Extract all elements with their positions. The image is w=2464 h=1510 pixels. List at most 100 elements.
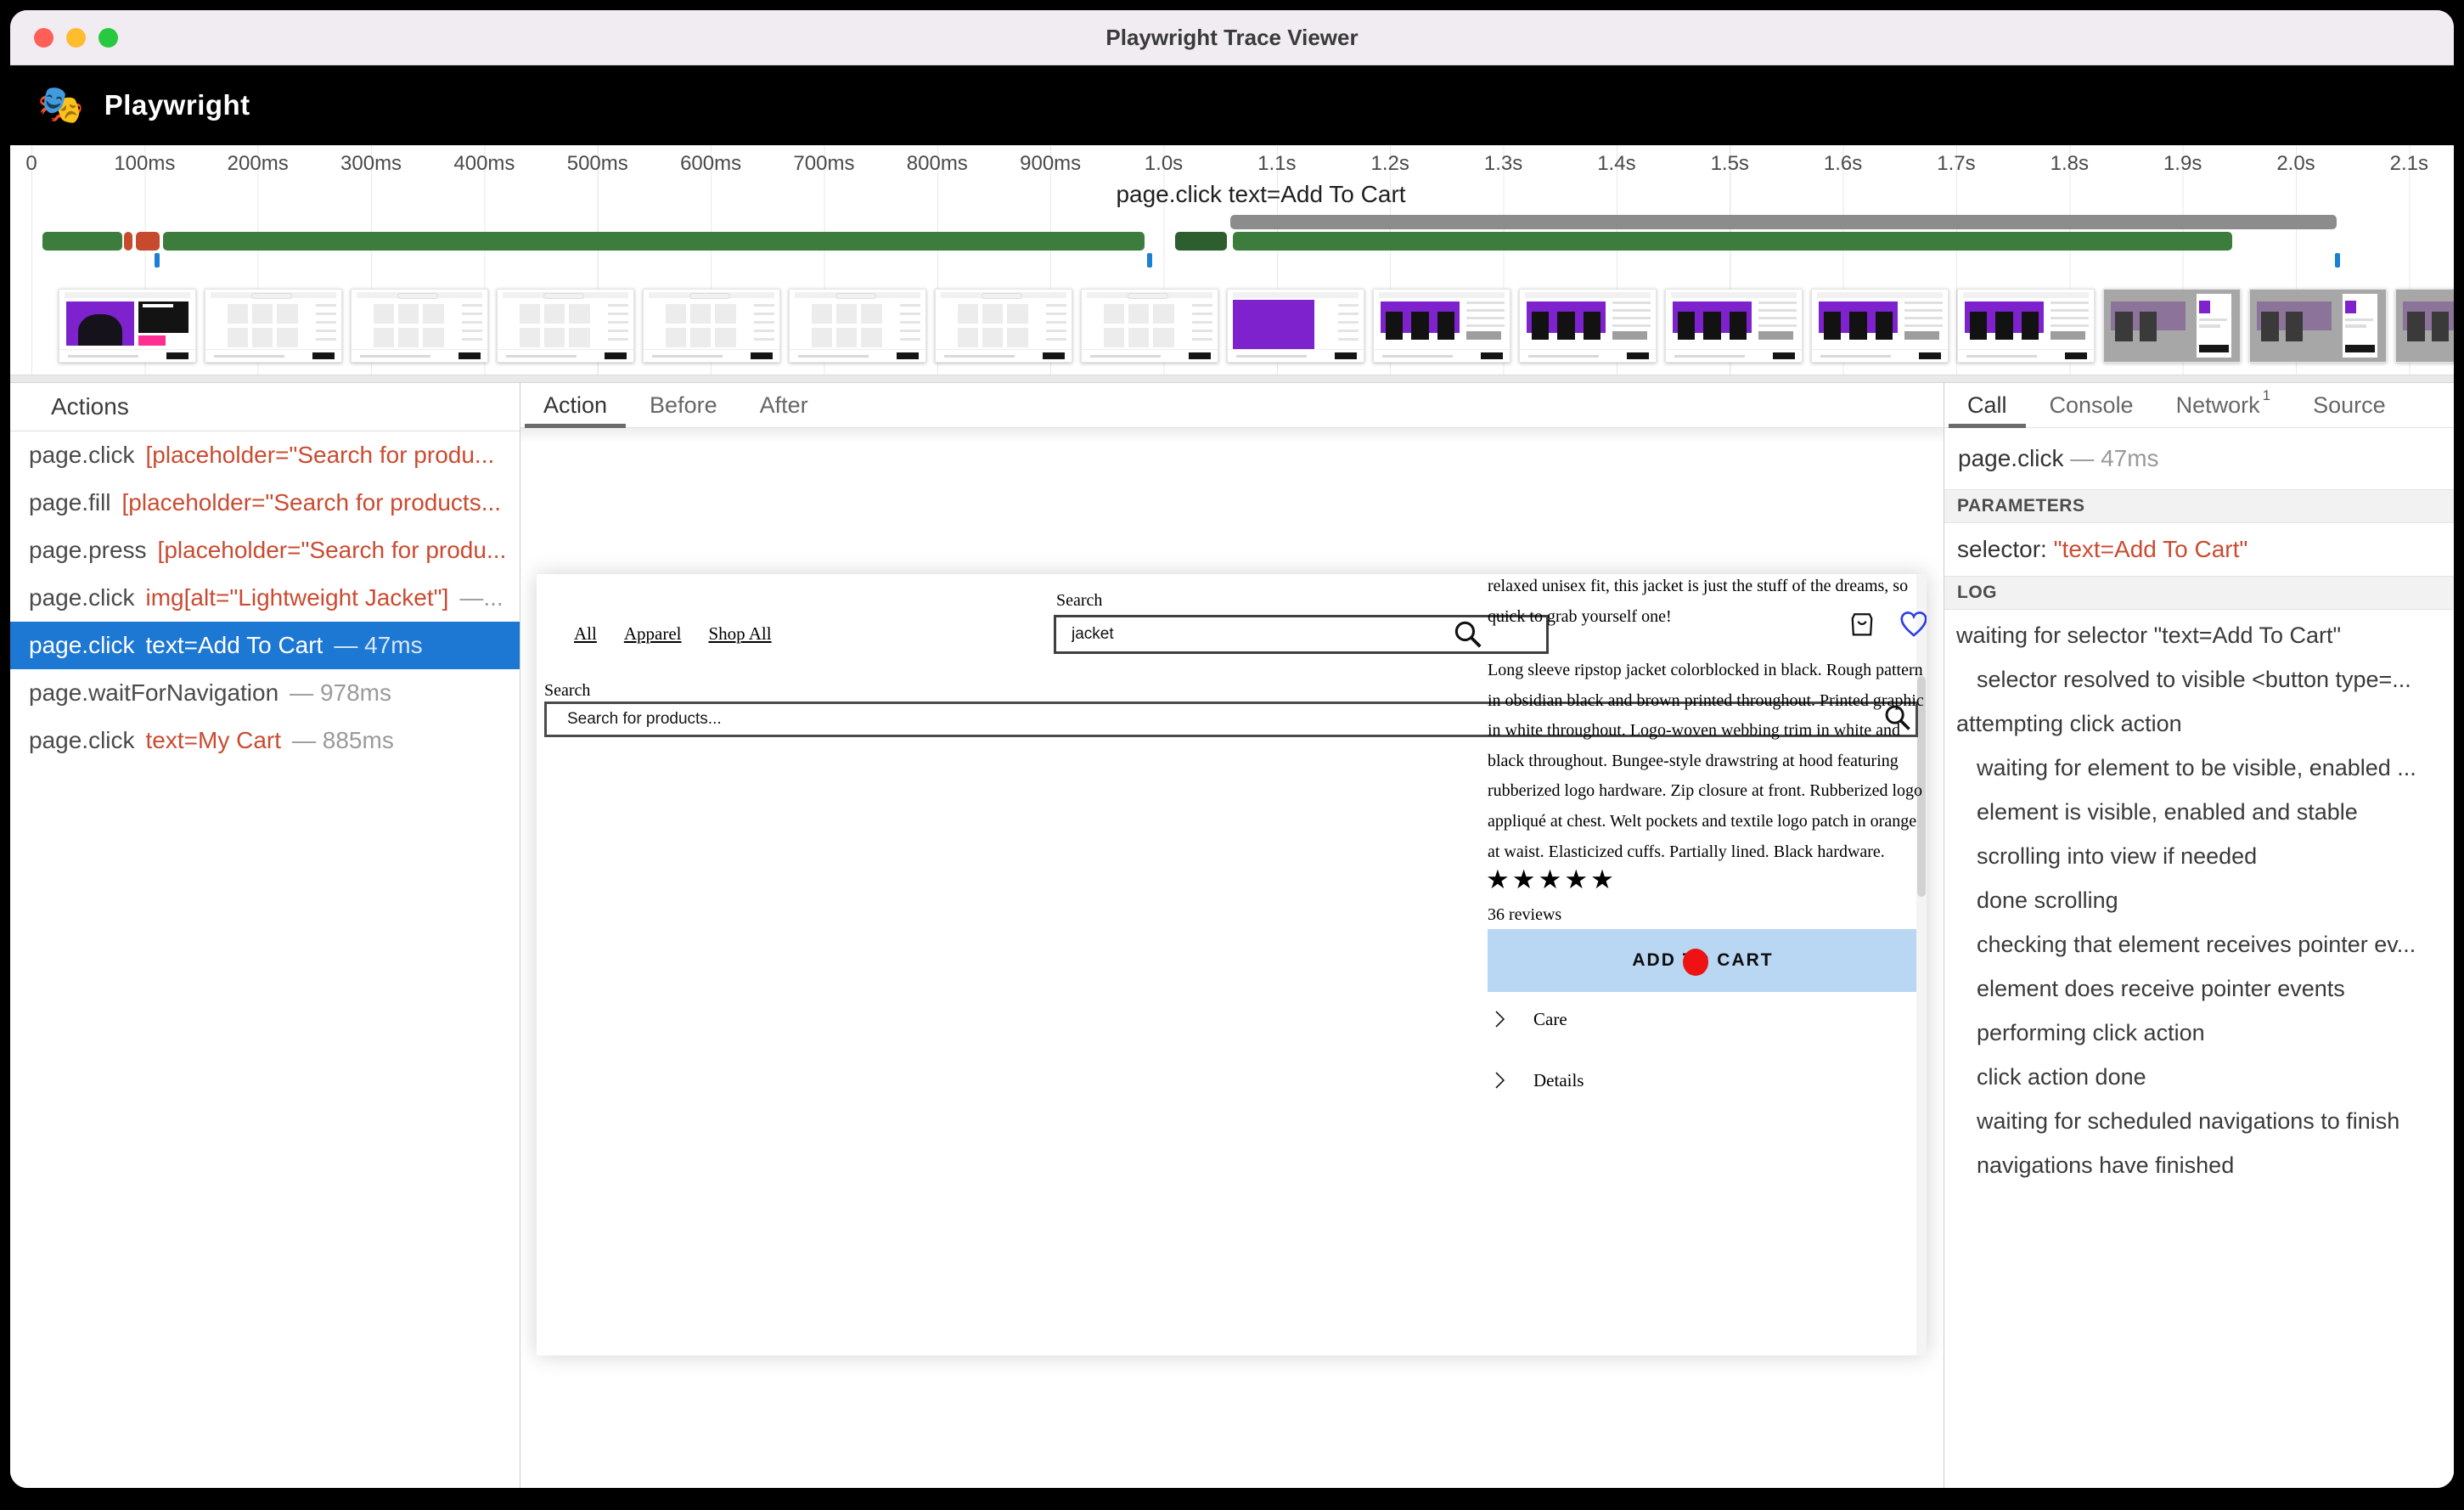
action-method: page.waitForNavigation: [29, 679, 278, 707]
tab-label: Action: [543, 392, 607, 419]
action-item-selected[interactable]: page.clicktext=Add To Cart— 47ms: [10, 622, 520, 669]
timeline[interactable]: page.click text=Add To Cart 0100ms200ms3…: [10, 145, 2454, 281]
tab-before[interactable]: Before: [628, 383, 739, 427]
decor: [790, 349, 925, 362]
decor: [423, 328, 443, 347]
decor: [1678, 312, 1695, 340]
decor: [205, 349, 341, 362]
search-magnifier-icon[interactable]: [1452, 618, 1484, 651]
filmstrip-thumbnail-product-detail[interactable]: [1957, 289, 2095, 363]
heart-icon[interactable]: [1898, 608, 1927, 640]
decor: [59, 349, 195, 362]
decor: [138, 335, 166, 346]
filmstrip-thumbnail-products-grid[interactable]: [351, 289, 488, 363]
filmstrip-thumbnail-products-grid[interactable]: [497, 289, 634, 363]
filmstrip-thumbnail-product-detail[interactable]: [1519, 289, 1657, 363]
action-method: page.click: [29, 727, 135, 754]
zoom-button[interactable]: [98, 28, 118, 48]
tab-call[interactable]: Call: [1946, 383, 2028, 427]
action-item[interactable]: page.clickimg[alt="Lightweight Jacket"]—…: [10, 574, 520, 622]
filmstrip-thumbnail-products-grid[interactable]: [935, 289, 1072, 363]
decor: [498, 349, 633, 362]
snapshot-icons: [1847, 608, 1927, 640]
action-method: page.click: [29, 632, 135, 659]
filmstrip-thumbnail-products-grid[interactable]: [205, 289, 342, 363]
action-method: page.press: [29, 537, 147, 564]
nav-link-apparel[interactable]: Apparel: [624, 623, 682, 645]
description-line: in white throughout. Logo-woven webbing …: [1488, 716, 1926, 747]
minimize-button[interactable]: [66, 28, 86, 48]
tab-network[interactable]: Network1: [2155, 383, 2292, 427]
log-entry: click action done: [1944, 1055, 2454, 1099]
horizontal-splitter[interactable]: [10, 375, 2454, 383]
timeline-bar-error[interactable]: [124, 232, 132, 251]
filmstrip-thumbnail-products-grid[interactable]: [643, 289, 780, 363]
timeline-bar-pending[interactable]: [1230, 215, 2337, 229]
parameter-row: selector: "text=Add To Cart": [1944, 523, 2454, 576]
decor: [1228, 349, 1364, 362]
filmstrip-thumbnail-product-hero[interactable]: [1227, 289, 1364, 363]
timeline-bar-action_selected[interactable]: [1175, 232, 1227, 251]
tab-source[interactable]: Source: [2292, 383, 2407, 427]
nav-link-shop-all[interactable]: Shop All: [708, 623, 771, 645]
filmstrip-thumbnail-products-grid[interactable]: [1081, 289, 1218, 363]
description-line: black throughout. Bungee-style drawstrin…: [1488, 747, 1926, 777]
filmstrip-thumbnail-product-detail[interactable]: [1373, 289, 1510, 363]
decor: [1824, 312, 1841, 340]
filmstrip-thumbnail-product-detail[interactable]: [1811, 289, 1949, 363]
log-list: waiting for selector "text=Add To Cart"s…: [1944, 610, 2454, 1187]
tab-after[interactable]: After: [739, 383, 830, 427]
tab-console[interactable]: Console: [2028, 383, 2155, 427]
filmstrip-thumbnail-cart-overlay[interactable]: [2395, 289, 2454, 363]
filmstrip-thumbnail-home-hero[interactable]: [59, 289, 196, 363]
click-point-indicator: [1683, 949, 1708, 976]
filmstrip-thumbnail-cart-overlay[interactable]: [2249, 289, 2387, 363]
decor: [352, 349, 487, 362]
timeline-tick-label: 1.0s: [1145, 152, 1183, 176]
accordion-care[interactable]: Care: [1488, 1007, 1567, 1031]
decor: [214, 355, 284, 358]
timeline-bar-action[interactable]: [163, 232, 1145, 251]
timeline-bar-error[interactable]: [136, 232, 160, 251]
nav-link-all[interactable]: All: [574, 623, 597, 645]
app-title: Playwright: [104, 89, 250, 121]
decor: [1192, 304, 1212, 341]
traffic-lights: [34, 10, 118, 65]
filmstrip[interactable]: [10, 281, 2454, 375]
filmstrip-thumbnail-product-detail[interactable]: [1665, 289, 1803, 363]
decor: [1902, 612, 1927, 635]
decor: [520, 304, 590, 347]
decor: [1382, 355, 1453, 358]
filmstrip-thumbnail-cart-overlay[interactable]: [2103, 289, 2241, 363]
action-item[interactable]: page.clicktext=My Cart— 885ms: [10, 717, 520, 764]
parameter-value: "text=Add To Cart": [2054, 536, 2248, 562]
close-button[interactable]: [34, 28, 53, 48]
action-item[interactable]: page.waitForNavigation— 978ms: [10, 669, 520, 717]
action-item[interactable]: page.click[placeholder="Search for produ…: [10, 431, 520, 479]
timeline-bar-action[interactable]: [42, 232, 121, 251]
trace-viewer-window: Playwright Trace Viewer 🎭 Playwright pag…: [10, 10, 2454, 1488]
decor: [835, 293, 876, 299]
action-item[interactable]: page.press[placeholder="Search for produ…: [10, 527, 520, 574]
snapshot-nav: All Apparel Shop All: [574, 623, 772, 645]
search2-magnifier-icon[interactable]: [1882, 702, 1913, 733]
filmstrip-thumbnail-products-grid[interactable]: [789, 289, 926, 363]
decor: [2345, 345, 2375, 352]
decor: [458, 352, 481, 359]
shopping-bag-icon[interactable]: [1847, 608, 1877, 640]
action-method: page.fill: [29, 489, 111, 516]
decor: [1674, 355, 1745, 358]
decor: [751, 352, 773, 359]
timeline-tick-label: 1.8s: [2051, 152, 2089, 176]
tab-action[interactable]: Action: [522, 383, 628, 427]
action-item[interactable]: page.fill[placeholder="Search for produc…: [10, 479, 520, 527]
timeline-bar-action[interactable]: [1233, 232, 2232, 251]
timeline-tick-label: 600ms: [680, 152, 741, 176]
decor: [1666, 349, 1802, 362]
decor: [1758, 301, 1797, 328]
accordion-details[interactable]: Details: [1488, 1068, 1584, 1092]
decor: [277, 304, 297, 324]
decor: [360, 355, 430, 358]
timeline-tick-label: 500ms: [567, 152, 628, 176]
decor: [1007, 328, 1027, 347]
